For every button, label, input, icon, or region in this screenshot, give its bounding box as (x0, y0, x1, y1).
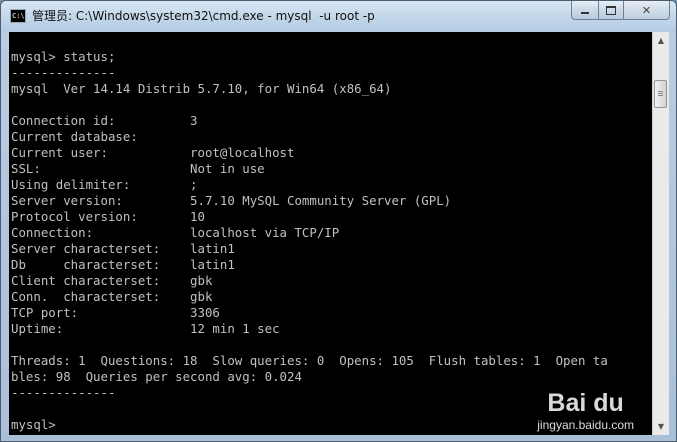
console-line: Current database: (11, 129, 138, 144)
cmd-icon[interactable]: C:\ (10, 9, 26, 23)
console-line: Current user: root@localhost (11, 145, 295, 160)
caption-buttons: ✕ (571, 1, 670, 21)
console-line: Conn. characterset: gbk (11, 289, 213, 304)
console-line: Server version: 5.7.10 MySQL Community S… (11, 193, 452, 208)
scroll-down-icon: ▼ (657, 421, 665, 431)
scroll-up-icon: ▲ (657, 35, 665, 45)
vertical-scrollbar[interactable]: ▲ ▼ (652, 32, 669, 435)
title-bar[interactable]: C:\ 管理员: C:\Windows\system32\cmd.exe - m… (1, 1, 676, 32)
minimize-icon (581, 12, 589, 14)
console-line: mysql> (11, 417, 56, 432)
baidu-jingyan-watermark: Bai du jingyan.baidu.com (537, 390, 634, 432)
console-line: Uptime: 12 min 1 sec (11, 321, 280, 336)
console-line: Threads: 1 Questions: 18 Slow queries: 0… (11, 353, 608, 368)
watermark-logo: Bai du (547, 389, 624, 417)
console-line: Protocol version: 10 (11, 209, 205, 224)
console-output[interactable]: mysql> status; -------------- mysql Ver 14… (9, 32, 652, 435)
console-line: mysql> status; (11, 49, 116, 64)
console-line: Connection id: 3 (11, 113, 198, 128)
cmd-window: C:\ 管理员: C:\Windows\system32\cmd.exe - m… (0, 0, 677, 442)
console-line: Client characterset: gbk (11, 273, 213, 288)
console-line: -------------- (11, 385, 116, 400)
window-title: 管理员: C:\Windows\system32\cmd.exe - mysql… (32, 9, 375, 23)
grip-line (658, 95, 663, 96)
console-line: SSL: Not in use (11, 161, 265, 176)
console-line: mysql Ver 14.14 Distrib 5.7.10, for Win6… (11, 81, 392, 96)
scroll-down-button[interactable]: ▼ (653, 418, 669, 435)
grip-line (658, 91, 663, 92)
console-line: Db characterset: latin1 (11, 257, 235, 272)
console-line: bles: 98 Queries per second avg: 0.024 (11, 369, 302, 384)
console-line: Connection: localhost via TCP/IP (11, 225, 340, 240)
grip-line (658, 93, 663, 94)
maximize-button[interactable] (598, 1, 624, 20)
console-line: TCP port: 3306 (11, 305, 220, 320)
scroll-up-button[interactable]: ▲ (653, 32, 669, 49)
close-button[interactable]: ✕ (624, 1, 670, 20)
console-line: Server characterset: latin1 (11, 241, 235, 256)
console-text: mysql> status; -------------- mysql Ver 14… (11, 49, 608, 433)
maximize-icon (606, 5, 616, 15)
console-line: -------------- (11, 65, 116, 80)
close-icon: ✕ (641, 3, 652, 17)
console-line: Using delimiter: ; (11, 177, 198, 192)
minimize-button[interactable] (571, 1, 598, 20)
scroll-thumb[interactable] (654, 80, 667, 108)
watermark-url: jingyan.baidu.com (537, 418, 634, 432)
